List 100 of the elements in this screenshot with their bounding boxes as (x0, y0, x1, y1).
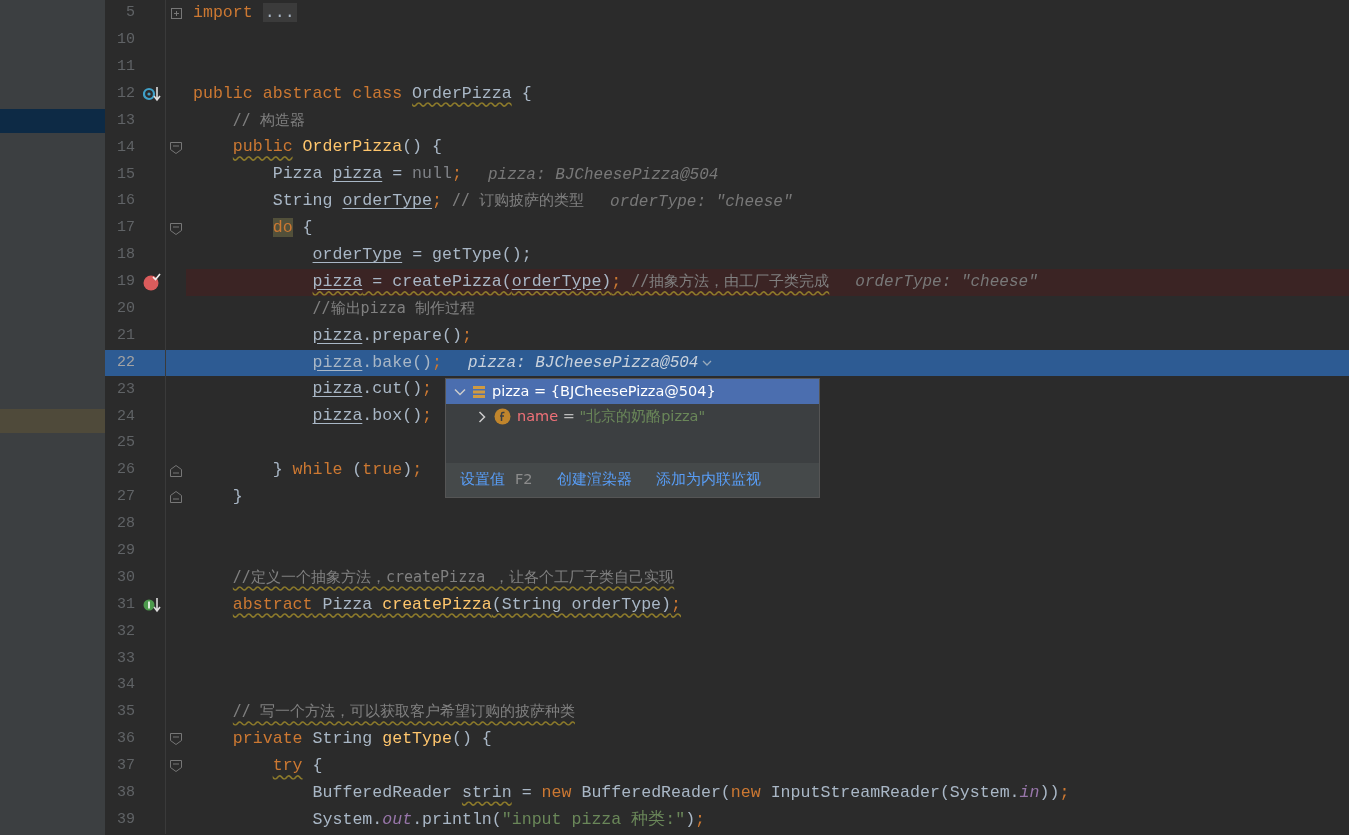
implemented-marker-icon[interactable] (143, 85, 163, 104)
line-number: 27 (116, 487, 135, 508)
code-comment: // 写一个方法，可以获取客户希望订购的披萨种类 (232, 702, 575, 721)
line-number: 14 (116, 137, 135, 158)
action-link[interactable]: 添加为内联监视 (655, 469, 761, 491)
fold-icon[interactable] (170, 760, 182, 773)
line-number: 26 (116, 460, 135, 481)
code-token: ; (422, 406, 433, 426)
code-token: .bake() (362, 352, 433, 372)
line-number: 11 (116, 56, 135, 77)
line-number: 12 (116, 83, 135, 104)
breakpoint-icon[interactable] (143, 273, 163, 292)
tree-row[interactable]: pizza = {BJCheesePizza@504} (446, 379, 819, 404)
code-token: do (272, 218, 293, 238)
variable-value: pizza = {BJCheesePizza@504} (492, 381, 716, 401)
code-token: OrderPizza (301, 137, 403, 157)
code-token: pizza (312, 352, 363, 372)
code-token: = (520, 782, 533, 802)
fold-icon[interactable] (170, 733, 182, 746)
code-token: = getType(); (411, 245, 532, 264)
line-number: 19 (116, 272, 135, 293)
line-number: 21 (116, 325, 135, 346)
code-token: { (520, 83, 532, 103)
code-comment: //输出pizza 制作过程 (312, 298, 475, 317)
inline-debug-value: pizza: BJCheesePizza@504 (468, 353, 699, 374)
code-token: strin (461, 782, 512, 802)
code-token: orderType (312, 245, 403, 264)
variable-value: name = "北京的奶酪pizza" (517, 406, 706, 426)
tree-row[interactable]: name = "北京的奶酪pizza" (446, 404, 819, 429)
fold-icon[interactable] (170, 222, 182, 235)
line-number: 5 (125, 3, 135, 24)
implementing-marker-icon[interactable] (143, 596, 163, 615)
line-number: 35 (116, 702, 135, 723)
code-token: { (301, 218, 313, 238)
line-number: 10 (116, 30, 135, 51)
line-number: 22 (116, 352, 135, 373)
line-number: 39 (116, 809, 135, 830)
line-number: 33 (116, 648, 135, 669)
code-token: OrderPizza (412, 83, 512, 103)
line-number: 38 (116, 783, 135, 803)
code-line: pizza = createPizza(orderType); //抽象方法，由工厂子类完成 (312, 270, 830, 293)
line-number: 29 (116, 541, 135, 561)
action-link[interactable]: 创建渲染器 (556, 469, 632, 491)
action-link[interactable]: 设置值 (460, 469, 505, 491)
line-number: 25 (116, 433, 135, 454)
code-token: ; (422, 379, 433, 399)
code-token: try (272, 755, 303, 775)
code-token: } (272, 460, 284, 480)
code-token: public (232, 137, 293, 157)
code-token: ; (461, 325, 472, 345)
line-number: 31 (116, 594, 135, 615)
chevron-icon[interactable] (476, 410, 488, 423)
fold-icon[interactable] (170, 491, 182, 504)
fold-icon[interactable] (170, 141, 182, 154)
code-token: "input pizza 种类:" (501, 809, 686, 829)
line-number: 13 (116, 110, 135, 131)
code-token: out (382, 809, 413, 829)
inline-debug-value: pizza: BJCheesePizza@504 (487, 164, 719, 186)
code-token: ; (432, 352, 443, 372)
code-comment: // 构造器 (232, 110, 305, 129)
code-token: .prepare() (362, 325, 462, 345)
code-token: ; (451, 164, 462, 184)
code-token: in (1019, 782, 1040, 802)
line-number: 32 (116, 621, 135, 642)
code-token: } (232, 487, 243, 507)
line-number: 30 (116, 567, 135, 588)
fold-icon[interactable] (170, 464, 182, 477)
line-number: 17 (116, 218, 135, 239)
code-token: BufferedReader( (580, 782, 731, 802)
code-token: () { (402, 137, 442, 157)
code-token: pizza (312, 406, 363, 426)
code-token: .cut() (362, 379, 423, 399)
code-comment: //定义一个抽象方法，createPizza ，让各个工厂子类自己实现 (232, 567, 675, 586)
fold-icon[interactable] (170, 7, 182, 19)
line-number: 18 (116, 245, 135, 266)
code-token: ; (695, 809, 706, 829)
inline-debug-value: orderType: "cheese" (855, 272, 1038, 294)
code-token: )) (1039, 782, 1060, 802)
code-token: Pizza (272, 164, 324, 184)
code-token: private (232, 729, 303, 749)
code-token: String (311, 729, 374, 749)
code-token: pizza (332, 164, 383, 184)
code-token: import (193, 3, 254, 22)
folded-code[interactable]: ... (262, 3, 297, 22)
line-number: 34 (116, 675, 135, 696)
code-token: ; (1059, 782, 1070, 802)
expand-chevron-icon[interactable] (702, 359, 713, 367)
code-token: null (412, 164, 452, 184)
line-number: 23 (116, 379, 135, 400)
code-token: while (292, 460, 343, 480)
code-comment: // 订购披萨的类型 (451, 191, 585, 210)
code-token: getType (382, 729, 452, 749)
code-token: ) (402, 460, 413, 480)
code-token: System. (312, 809, 383, 829)
line-number: 24 (116, 406, 135, 427)
code-token: true (362, 460, 403, 480)
code-token: orderType (342, 191, 433, 211)
code-token: { (311, 755, 323, 775)
code-token: = (391, 164, 404, 184)
inline-debug-value: orderType: "cheese" (610, 191, 793, 213)
